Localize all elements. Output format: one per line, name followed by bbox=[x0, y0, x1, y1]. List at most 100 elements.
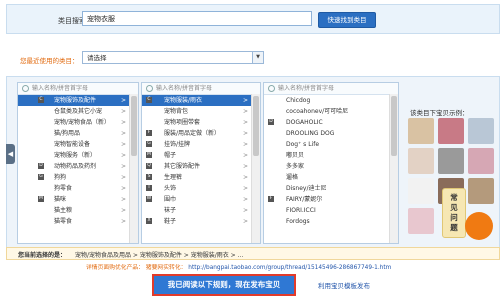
category-item-label: 动物药品及药剂 bbox=[54, 163, 97, 170]
category-item[interactable]: 宠物服务（新） > bbox=[18, 150, 138, 161]
chevron-right-icon: > bbox=[120, 196, 126, 203]
category-item[interactable]: FIORI.ICCI bbox=[264, 205, 398, 216]
category-item[interactable]: DROOLING DOG bbox=[264, 128, 398, 139]
search-icon bbox=[22, 85, 29, 92]
category-item[interactable]: G 挂饰/挂牌 > bbox=[142, 139, 260, 150]
category-item[interactable]: 袜子 > bbox=[142, 205, 260, 216]
column-scrollbar[interactable] bbox=[129, 94, 138, 243]
category-item[interactable]: M 猫咪 > bbox=[18, 194, 138, 205]
category-item-label: 猫咪 bbox=[54, 196, 67, 203]
chevron-right-icon: > bbox=[242, 207, 248, 214]
scrollbar-thumb[interactable] bbox=[253, 96, 259, 156]
chevron-right-icon: > bbox=[120, 130, 126, 137]
category-item[interactable]: Dog⁺ s Life bbox=[264, 139, 398, 150]
chevron-right-icon: > bbox=[120, 152, 126, 159]
example-product-image bbox=[438, 118, 464, 144]
template-publish-link[interactable]: 利用宝贝模板发布 bbox=[318, 280, 370, 290]
category-item[interactable]: 宠物项圈带套 > bbox=[142, 117, 260, 128]
example-product-image bbox=[468, 118, 494, 144]
faq-mascot-icon bbox=[465, 212, 493, 240]
column-filter-input[interactable]: 输入名称/拼音首字母 bbox=[264, 83, 398, 95]
category-item-label: FAIRY/蒙妮尔 bbox=[286, 196, 323, 203]
category-item[interactable]: D DOGAHOLIC bbox=[264, 117, 398, 128]
publish-item-button[interactable]: 我已阅读以下规则，现在发布宝贝 bbox=[152, 274, 296, 296]
scroll-left-arrow-icon[interactable]: ◀ bbox=[6, 144, 15, 164]
index-letter: C bbox=[146, 97, 152, 103]
scrollbar-thumb[interactable] bbox=[391, 96, 397, 156]
category-item[interactable]: Q 其它服饰配件 > bbox=[142, 161, 260, 172]
selected-category-path: 宠物/宠物食品及用品 > 宠物服饰及配件 > 宠物服装/雨衣 > ... bbox=[75, 252, 244, 259]
category-item-label: DOGAHOLIC bbox=[286, 119, 323, 126]
category-item[interactable]: X 鞋子 > bbox=[142, 216, 260, 227]
category-item[interactable]: D 动物药品及药剂 > bbox=[18, 161, 138, 172]
chevron-right-icon: > bbox=[120, 97, 126, 104]
search-icon bbox=[268, 85, 275, 92]
chevron-right-icon: > bbox=[120, 218, 126, 225]
category-item[interactable]: Disney/迪士尼 bbox=[264, 183, 398, 194]
category-item-label: 其它服饰配件 bbox=[164, 163, 201, 170]
category-item[interactable]: 宠物背包 > bbox=[142, 106, 260, 117]
category-item[interactable]: cocoahonev/可可哈尼 bbox=[264, 106, 398, 117]
example-title: 该类目下宝贝示例： bbox=[410, 109, 469, 117]
column-scrollbar[interactable] bbox=[389, 94, 398, 243]
category-item-label: 宠物/宠物食品（新） bbox=[54, 119, 111, 126]
category-item[interactable]: T 头饰 > bbox=[142, 183, 260, 194]
chevron-right-icon: > bbox=[242, 130, 248, 137]
scrollbar-thumb[interactable] bbox=[131, 96, 137, 156]
detail-link-label: 猪要网实转化： bbox=[145, 265, 187, 271]
example-product-image bbox=[438, 148, 464, 174]
category-item[interactable]: Fordogs bbox=[264, 216, 398, 227]
category-item[interactable]: Chicdog bbox=[264, 95, 398, 106]
category-column-2: 输入名称/拼音首字母 C 宠物服装/雨衣 > 宠物背包 > 宠物项圈带套 > F 服装/用品定做（… bbox=[141, 82, 261, 244]
category-item[interactable]: G 狗狗 > bbox=[18, 172, 138, 183]
category-item[interactable]: S 生理裤 > bbox=[142, 172, 260, 183]
example-product-image bbox=[408, 208, 434, 234]
category-item[interactable]: 猫主粮 > bbox=[18, 205, 138, 216]
index-letter: M bbox=[38, 196, 44, 202]
detail-url-link[interactable]: http://bangpai.taobao.com/group/thread/1… bbox=[188, 265, 391, 271]
category-item-label: 生理裤 bbox=[164, 174, 183, 181]
category-item-label: 遛格 bbox=[286, 174, 299, 181]
category-item-label: FIORI.ICCI bbox=[286, 207, 316, 214]
category-item-label: 挂饰/挂牌 bbox=[164, 141, 191, 148]
category-item[interactable]: 多多家 bbox=[264, 161, 398, 172]
detail-prefix: 详情页面购优化产品： bbox=[86, 265, 144, 271]
recent-category-select[interactable]: 请选择 ▼ bbox=[82, 51, 264, 64]
category-item[interactable]: F FAIRY/蒙妮尔 bbox=[264, 194, 398, 205]
category-item[interactable]: 嘟贝贝 bbox=[264, 150, 398, 161]
example-product-image bbox=[468, 178, 494, 204]
category-item[interactable]: F 服装/用品定做（新） > bbox=[142, 128, 260, 139]
quick-find-category-button[interactable]: 快速找到类目 bbox=[318, 12, 376, 28]
index-letter: F bbox=[268, 196, 274, 202]
category-item[interactable]: 猫零食 > bbox=[18, 216, 138, 227]
category-item[interactable]: 狗零食 > bbox=[18, 183, 138, 194]
chevron-right-icon: > bbox=[242, 185, 248, 192]
chevron-right-icon: > bbox=[120, 163, 126, 170]
faq-badge[interactable]: 常见问题 bbox=[442, 188, 466, 238]
category-item[interactable]: 遛格 bbox=[264, 172, 398, 183]
category-search-input[interactable]: 宠物衣服 bbox=[82, 11, 312, 26]
category-item[interactable]: M 帽子 > bbox=[142, 150, 260, 161]
category-item-label: 多多家 bbox=[286, 163, 305, 170]
chevron-right-icon: > bbox=[242, 218, 248, 225]
selected-category-label: 您当前选择的是： bbox=[18, 252, 67, 259]
category-item[interactable]: C 宠物服装/雨衣 > bbox=[142, 95, 260, 106]
column-scrollbar[interactable] bbox=[251, 94, 260, 243]
chevron-right-icon: > bbox=[120, 185, 126, 192]
category-item-label: 袜子 bbox=[164, 207, 177, 214]
category-item[interactable]: C 宠物服饰及配件 > bbox=[18, 95, 138, 106]
category-item[interactable]: 猫/狗用品 > bbox=[18, 128, 138, 139]
category-item[interactable]: 宠物智能设备 > bbox=[18, 139, 138, 150]
index-letter: G bbox=[146, 141, 152, 147]
category-item-label: 猫主粮 bbox=[54, 207, 73, 214]
chevron-right-icon: > bbox=[242, 119, 248, 126]
category-item[interactable]: 宠物/宠物食品（新） > bbox=[18, 117, 138, 128]
chevron-right-icon: > bbox=[242, 152, 248, 159]
category-item[interactable]: W 围巾 > bbox=[142, 194, 260, 205]
column-filter-input[interactable]: 输入名称/拼音首字母 bbox=[142, 83, 260, 95]
category-item[interactable]: 仓鼠类及其它小宠 > bbox=[18, 106, 138, 117]
index-letter: G bbox=[38, 174, 44, 180]
category-item-label: 头饰 bbox=[164, 185, 177, 192]
column-filter-input[interactable]: 输入名称/拼音首字母 bbox=[18, 83, 138, 95]
example-product-image bbox=[408, 118, 434, 144]
